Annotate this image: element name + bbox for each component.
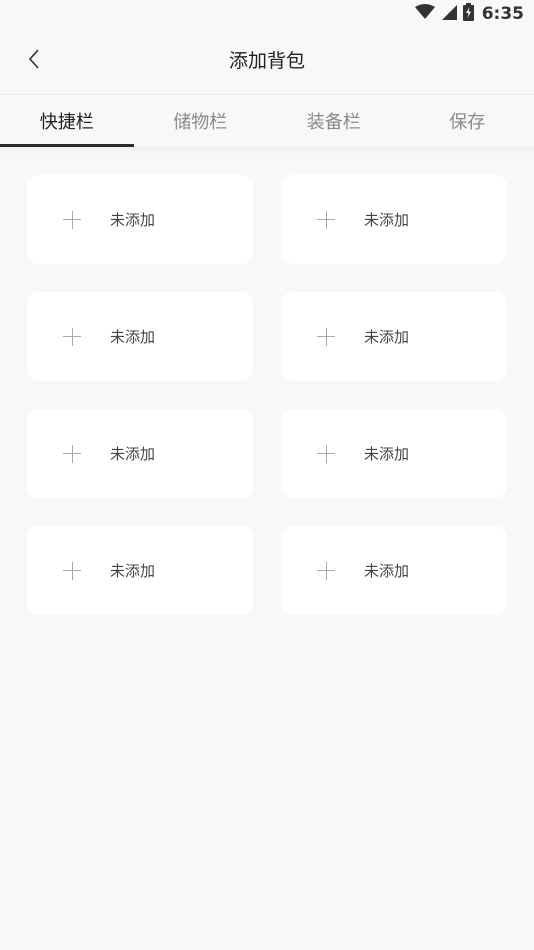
plus-icon [63, 561, 81, 580]
status-bar: 6:35 [0, 0, 534, 28]
slot-label: 未添加 [364, 211, 410, 229]
slot-card[interactable]: 未添加 [27, 175, 253, 264]
page-title: 添加背包 [228, 50, 305, 72]
plus-icon [63, 327, 81, 346]
slot-card[interactable]: 未添加 [281, 409, 507, 498]
slot-label: 未添加 [110, 445, 156, 463]
plus-icon [317, 444, 335, 463]
save-button[interactable]: 保存 [401, 95, 534, 147]
slot-label: 未添加 [110, 562, 156, 580]
signal-icon [441, 4, 457, 24]
tabs-shadow [0, 147, 534, 155]
slot-card[interactable]: 未添加 [281, 526, 507, 615]
plus-icon [63, 444, 81, 463]
status-time: 6:35 [481, 4, 524, 24]
tab-storage[interactable]: 储物栏 [134, 95, 268, 147]
wifi-icon [414, 4, 435, 24]
slot-card[interactable]: 未添加 [281, 292, 507, 381]
plus-icon [63, 210, 81, 229]
slot-card[interactable]: 未添加 [27, 292, 253, 381]
tab-equipment[interactable]: 装备栏 [267, 95, 401, 147]
slot-label: 未添加 [110, 328, 156, 346]
battery-icon [462, 3, 474, 25]
slot-grid: 未添加 未添加 未添加 未添加 未添加 未添加 未添加 未添加 [27, 175, 507, 615]
slot-card[interactable]: 未添加 [281, 175, 507, 264]
tab-bar: 快捷栏 储物栏 装备栏 保存 [0, 95, 534, 147]
slot-card[interactable]: 未添加 [27, 526, 253, 615]
slot-label: 未添加 [364, 445, 410, 463]
plus-icon [317, 210, 335, 229]
slot-card[interactable]: 未添加 [27, 409, 253, 498]
slot-label: 未添加 [364, 562, 410, 580]
tab-quickbar[interactable]: 快捷栏 [0, 95, 134, 147]
slot-label: 未添加 [364, 328, 410, 346]
plus-icon [317, 561, 335, 580]
plus-icon [317, 327, 335, 346]
slot-label: 未添加 [110, 211, 156, 229]
header: 添加背包 [0, 28, 534, 94]
